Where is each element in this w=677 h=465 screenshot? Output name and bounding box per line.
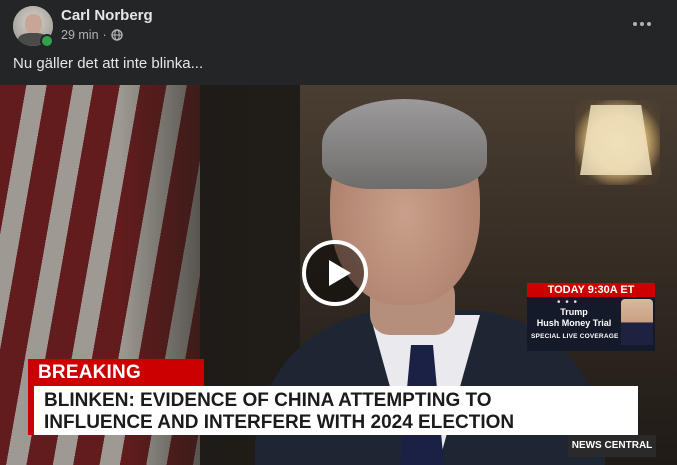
promo-time: TODAY 9:30A ET [527,283,655,297]
promo-live-label: SPECIAL LIVE COVERAGE [531,333,619,340]
avatar-face [25,14,42,34]
more-dot [647,22,651,26]
news-headline: BLINKEN: EVIDENCE OF CHINA ATTEMPTING TO… [28,386,638,435]
headline-line-1: BLINKEN: EVIDENCE OF CHINA ATTEMPTING TO [44,390,492,411]
online-status-dot [40,34,54,48]
promo-title: Trump Hush Money Trial [535,307,613,329]
person-hair [322,99,487,189]
more-options-button[interactable] [626,10,658,38]
promo-line2: Hush Money Trial [536,318,612,328]
promo-photo [621,299,653,345]
play-icon [329,260,351,286]
headline-line-2: INFLUENCE AND INTERFERE WITH 2024 ELECTI… [44,412,515,433]
globe-icon[interactable] [111,29,123,41]
more-horizontal-icon [633,22,637,26]
meta-separator: · [102,28,107,42]
network-bug: NEWS CENTRAL [568,435,656,457]
author-name[interactable]: Carl Norberg [61,7,153,24]
video-player[interactable]: TODAY 9:30A ET • • • Trump Hush Money Tr… [0,85,677,465]
play-button[interactable] [302,240,368,306]
promo-line1: Trump [560,307,588,317]
post-header: Carl Norberg 29 min · [0,0,677,50]
lamp-shade [580,105,652,175]
post-text: Nu gäller det att inte blinka... [13,55,204,72]
promo-box: TODAY 9:30A ET • • • Trump Hush Money Tr… [527,283,655,351]
more-dot [640,22,644,26]
breaking-news-label: BREAKING NEWS [28,359,204,410]
post-meta: 29 min · [61,28,123,42]
post-time[interactable]: 29 min [61,28,99,42]
